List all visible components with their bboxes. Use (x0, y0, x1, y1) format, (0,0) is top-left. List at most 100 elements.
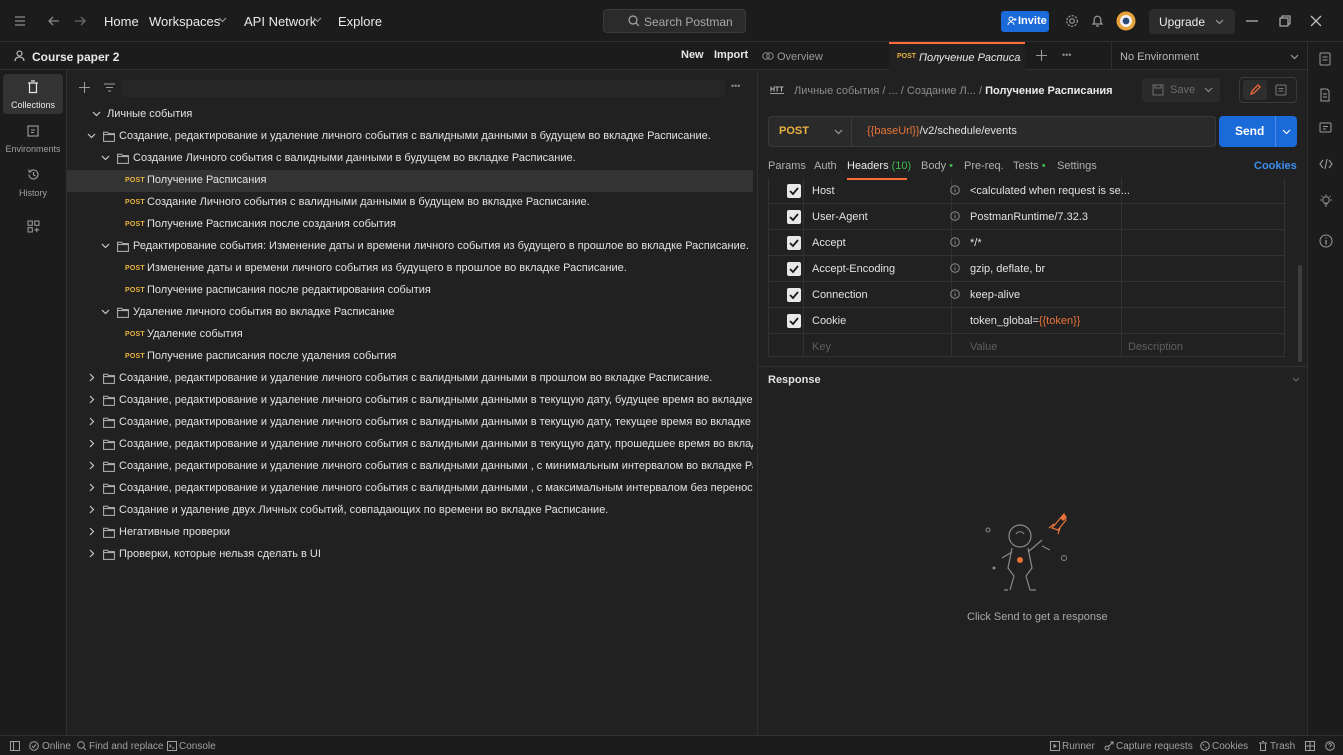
bell-icon[interactable] (1091, 14, 1104, 28)
info-icon[interactable] (950, 185, 960, 195)
maximize-icon[interactable] (1279, 15, 1291, 27)
online-status[interactable]: Online (42, 741, 71, 752)
description-placeholder[interactable]: Description (1128, 341, 1183, 353)
new-button[interactable]: New (675, 47, 710, 65)
tree-request[interactable]: POST Создание Личного события с валидными… (67, 192, 753, 214)
sidebar-item-history[interactable]: History (3, 162, 63, 202)
header-value[interactable]: <calculated when request is se... (970, 185, 1130, 197)
header-value[interactable]: token_global={{token}} (970, 315, 1080, 327)
chevron-right-icon[interactable] (87, 417, 96, 426)
save-button[interactable]: Save (1142, 78, 1220, 102)
forward-arrow-icon[interactable] (73, 14, 87, 28)
header-value[interactable]: PostmanRuntime/7.32.3 (970, 211, 1088, 223)
tree-request[interactable]: POST Получение расписания после удаления … (67, 346, 753, 368)
tree-folder[interactable]: Проверки, которые нельзя сделать в UI (67, 544, 753, 566)
tab-overview[interactable]: Overview (757, 42, 887, 70)
tree-folder[interactable]: Создание Личного события с валидными дан… (67, 148, 753, 170)
environment-selector[interactable]: No Environment (1111, 42, 1307, 70)
plus-icon[interactable] (79, 82, 90, 93)
header-checkbox[interactable] (787, 236, 801, 250)
tree-folder[interactable]: Создание, редактирование и удаление личн… (67, 368, 753, 390)
send-button[interactable]: Send (1219, 116, 1297, 147)
import-button[interactable]: Import (708, 47, 754, 65)
chevron-down-icon[interactable] (1292, 377, 1300, 382)
avatar[interactable] (1116, 11, 1136, 31)
nav-home[interactable]: Home (104, 14, 139, 29)
scrollbar[interactable] (1298, 265, 1302, 362)
code-icon[interactable] (1319, 158, 1333, 170)
tab-params[interactable]: Params (768, 160, 806, 172)
header-row[interactable]: User-Agent PostmanRuntime/7.32.3 (768, 204, 1285, 230)
documentation-icon[interactable] (1319, 88, 1331, 102)
breadcrumb-ellipsis[interactable]: ... (889, 85, 898, 97)
tab-tests[interactable]: Tests • (1013, 160, 1046, 172)
url-input[interactable]: {{baseUrl}}/v2/schedule/events (867, 125, 1017, 137)
chevron-down-icon[interactable] (101, 307, 110, 316)
nav-explore[interactable]: Explore (338, 14, 382, 29)
info-icon[interactable] (950, 263, 960, 273)
header-key[interactable]: Accept (812, 237, 846, 249)
header-row[interactable]: Host <calculated when request is se... (768, 178, 1285, 204)
tree-root[interactable]: Личные события (67, 104, 753, 126)
header-value[interactable]: keep-alive (970, 289, 1020, 301)
tree-folder[interactable]: Создание, редактирование и удаление личн… (67, 478, 753, 500)
trash-button[interactable]: Trash (1270, 741, 1295, 752)
documentation-icon[interactable] (1275, 84, 1287, 96)
chevron-down-icon[interactable] (101, 241, 110, 250)
chevron-right-icon[interactable] (87, 505, 96, 514)
header-checkbox[interactable] (787, 262, 801, 276)
tab-body[interactable]: Body • (921, 160, 953, 172)
chevron-down-icon[interactable] (1282, 129, 1291, 135)
header-key[interactable]: Cookie (812, 315, 846, 327)
info-icon[interactable] (950, 237, 960, 247)
header-key[interactable]: Connection (812, 289, 868, 301)
find-replace-button[interactable]: Find and replace (89, 741, 164, 752)
lightbulb-icon[interactable] (1319, 194, 1333, 208)
breadcrumb-collection[interactable]: Личные события (794, 85, 879, 97)
tree-request[interactable]: POST Удаление события (67, 324, 753, 346)
header-key[interactable]: User-Agent (812, 211, 868, 223)
back-arrow-icon[interactable] (47, 14, 61, 28)
chevron-down-icon[interactable] (87, 131, 96, 140)
chevron-right-icon[interactable] (87, 483, 96, 492)
sidebar-item-configure[interactable] (3, 214, 63, 254)
more-tabs-icon[interactable]: ••• (1062, 50, 1071, 60)
breadcrumb-folder[interactable]: Создание Л... (907, 85, 976, 97)
tree-request[interactable]: POST Получение Расписания после создания … (67, 214, 753, 236)
sidebar-toggle-icon[interactable] (10, 741, 20, 751)
header-value[interactable]: */* (970, 237, 982, 249)
capture-requests-button[interactable]: Capture requests (1116, 741, 1193, 752)
gear-icon[interactable] (1065, 14, 1079, 28)
tab-settings[interactable]: Settings (1057, 160, 1097, 172)
breadcrumb[interactable]: Личные события / ... / Создание Л... / П… (794, 85, 1113, 97)
sidebar-item-environments[interactable]: Environments (3, 118, 63, 158)
chevron-right-icon[interactable] (87, 439, 96, 448)
nav-api-network[interactable]: API Network (244, 14, 316, 29)
runner-button[interactable]: Runner (1062, 741, 1095, 752)
more-options-icon[interactable]: ••• (731, 81, 740, 91)
tab-auth[interactable]: Auth (814, 160, 837, 172)
header-checkbox[interactable] (787, 314, 801, 328)
tab-active-request[interactable]: POST Получение Расписания (889, 42, 1025, 70)
chevron-right-icon[interactable] (87, 395, 96, 404)
menu-icon[interactable] (14, 15, 26, 27)
header-checkbox[interactable] (787, 184, 801, 198)
layout-icon[interactable] (1305, 741, 1315, 751)
collection-search-input[interactable] (121, 80, 725, 97)
edit-mode-button[interactable] (1243, 80, 1267, 100)
tree-request[interactable]: POST Изменение даты и времени личного соб… (67, 258, 753, 280)
header-row[interactable]: Cookie token_global={{token}} (768, 308, 1285, 334)
tree-request[interactable]: POST Получение расписания после редактиро… (67, 280, 753, 302)
tree-folder[interactable]: Создание, редактирование и удаление личн… (67, 456, 753, 478)
header-row[interactable]: Connection keep-alive (768, 282, 1285, 308)
sidebar-item-collections[interactable]: Collections (3, 74, 63, 114)
tab-prereq[interactable]: Pre-req. (964, 160, 1004, 172)
chevron-right-icon[interactable] (87, 549, 96, 558)
minimize-icon[interactable] (1246, 20, 1258, 22)
invite-button[interactable]: Invite (1001, 11, 1049, 32)
chevron-right-icon[interactable] (87, 527, 96, 536)
header-key[interactable]: Host (812, 185, 835, 197)
tree-folder[interactable]: Негативные проверки (67, 522, 753, 544)
header-placeholder-row[interactable]: Key Value Description (768, 334, 1285, 360)
comments-icon[interactable] (1319, 122, 1332, 135)
